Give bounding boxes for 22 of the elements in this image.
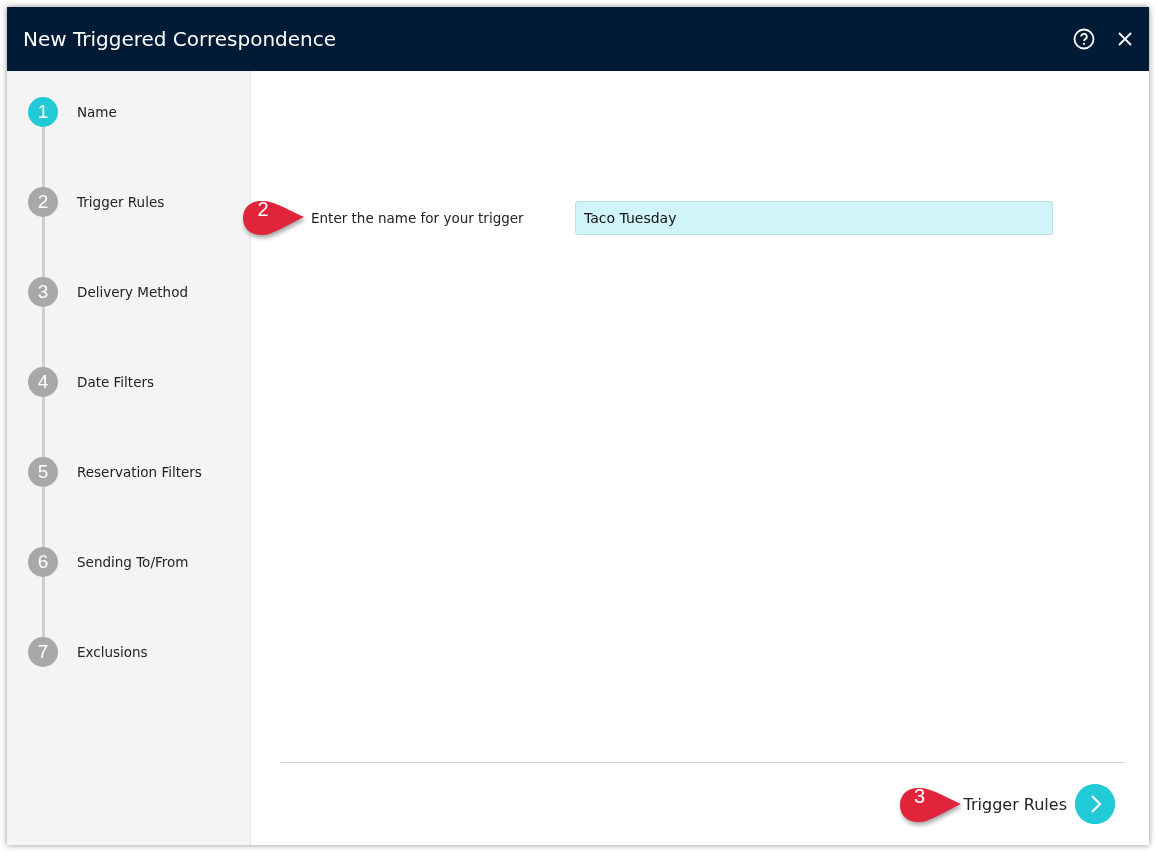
step-number: 5: [28, 457, 58, 487]
help-icon[interactable]: [1073, 28, 1095, 50]
callout-badge: 3: [897, 785, 962, 825]
step-label[interactable]: Delivery Method: [77, 284, 188, 300]
step-number: 7: [28, 637, 58, 667]
field-label: Enter the name for your trigger: [311, 210, 525, 226]
step-label[interactable]: Trigger Rules: [77, 194, 165, 210]
step-number: 6: [28, 547, 58, 577]
step-label[interactable]: Name: [77, 104, 117, 120]
step-number: 3: [28, 277, 58, 307]
close-icon[interactable]: [1117, 31, 1133, 47]
step-label[interactable]: Reservation Filters: [77, 464, 202, 480]
step-label[interactable]: Date Filters: [77, 374, 155, 390]
step-label[interactable]: Exclusions: [77, 644, 148, 660]
chevron-right-icon: [1075, 784, 1115, 824]
step-number: 2: [28, 187, 58, 217]
step-number: 4: [28, 367, 58, 397]
name-input[interactable]: Taco Tuesday: [575, 201, 1053, 235]
window-title: New Triggered Correspondence: [23, 27, 338, 51]
step-label[interactable]: Sending To/From: [77, 554, 189, 570]
callout-badge: 2: [241, 198, 305, 238]
step-number: 1: [28, 97, 58, 127]
